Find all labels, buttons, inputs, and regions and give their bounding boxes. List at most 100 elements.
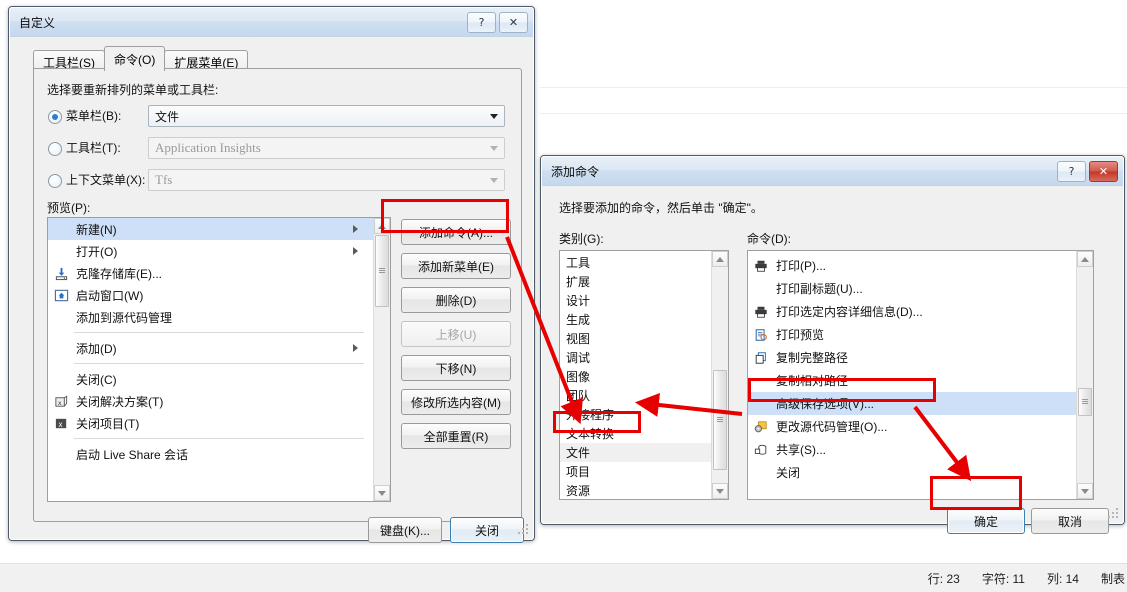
close-icon[interactable]: ✕ bbox=[499, 12, 528, 33]
menu-separator bbox=[74, 438, 364, 439]
list-item-label: 添加(D) bbox=[76, 341, 117, 356]
scroll-up-icon[interactable] bbox=[712, 251, 728, 267]
list-item[interactable]: 添加到源代码管理 bbox=[48, 306, 374, 328]
list-item[interactable]: 更改源代码管理(O)... bbox=[748, 415, 1077, 438]
close-button[interactable]: 关闭 bbox=[450, 517, 524, 543]
list-item-label: 添加到源代码管理 bbox=[76, 310, 173, 325]
preview-scrollbar[interactable] bbox=[373, 218, 390, 501]
list-item[interactable]: 设计 bbox=[560, 291, 712, 310]
radio-toolbar[interactable] bbox=[48, 142, 62, 156]
move-down-button[interactable]: 下移(N) bbox=[401, 355, 511, 381]
customize-dialog-body: 工具栏(S) 命令(O) 扩展菜单(E) 选择要重新排列的菜单或工具栏: 菜单栏… bbox=[10, 36, 533, 543]
scroll-thumb[interactable] bbox=[1078, 388, 1092, 416]
scroll-up-icon[interactable] bbox=[374, 218, 390, 234]
list-item[interactable]: 共享(S)... bbox=[748, 438, 1077, 461]
delete-button[interactable]: 删除(D) bbox=[401, 287, 511, 313]
customize-dialog-titlebar[interactable]: 自定义 ? ✕ bbox=[10, 8, 533, 37]
reset-all-button[interactable]: 全部重置(R) bbox=[401, 423, 511, 449]
list-item[interactable]: 生成 bbox=[560, 310, 712, 329]
list-item[interactable]: 文本转换 bbox=[560, 424, 712, 443]
list-item[interactable]: 打开(O) bbox=[48, 240, 374, 262]
resize-gripper[interactable] bbox=[518, 524, 530, 536]
list-item-advanced-save-option[interactable]: 高级保存选项(V)... bbox=[748, 392, 1077, 415]
scroll-down-icon[interactable] bbox=[1077, 483, 1093, 499]
command-listbox[interactable]: 打印(P)... 打印副标题(U)... 打印选定内容详细信息(D)... 打印… bbox=[747, 250, 1094, 500]
list-item[interactable]: 视图 bbox=[560, 329, 712, 348]
list-item-label: 视图 bbox=[566, 332, 591, 346]
list-item[interactable]: 复制相对路径 bbox=[748, 369, 1077, 392]
modify-selection-button[interactable]: 修改所选内容(M) bbox=[401, 389, 511, 415]
resize-gripper[interactable] bbox=[1108, 508, 1120, 520]
list-item[interactable]: 打印副标题(U)... bbox=[748, 277, 1077, 300]
category-scrollbar[interactable] bbox=[711, 251, 728, 499]
list-item[interactable]: 打印选定内容详细信息(D)... bbox=[748, 300, 1077, 323]
list-item[interactable]: 启动窗口(W) bbox=[48, 284, 374, 306]
keyboard-button[interactable]: 键盘(K)... bbox=[368, 517, 442, 543]
scroll-thumb[interactable] bbox=[375, 235, 389, 307]
print-preview-icon bbox=[748, 328, 774, 342]
list-item[interactable]: 新建(N) bbox=[48, 218, 374, 240]
preview-label: 预览(P): bbox=[47, 201, 91, 215]
list-item-label: 共享(S)... bbox=[776, 443, 826, 457]
list-item[interactable]: 打印(P)... bbox=[748, 254, 1077, 277]
tab-commands[interactable]: 命令(O) bbox=[104, 46, 166, 71]
list-item-label: 图像 bbox=[566, 370, 591, 384]
list-item[interactable]: 外接程序 bbox=[560, 405, 712, 424]
scroll-thumb[interactable] bbox=[713, 370, 727, 470]
list-item[interactable]: 打印预览 bbox=[748, 323, 1077, 346]
list-item[interactable]: x 关闭解决方案(T) bbox=[48, 390, 374, 412]
list-item[interactable]: 工具 bbox=[560, 253, 712, 272]
list-item[interactable]: 扩展 bbox=[560, 272, 712, 291]
add-new-menu-button[interactable]: 添加新菜单(E) bbox=[401, 253, 511, 279]
submenu-arrow-icon bbox=[353, 247, 358, 255]
list-item-file-category[interactable]: 文件 bbox=[560, 443, 712, 462]
preview-listbox[interactable]: 新建(N) 打开(O) 克隆存储库(E)... 启动窗口(W) 添加到源代码管理… bbox=[47, 217, 391, 502]
radio-context-menu[interactable] bbox=[48, 174, 62, 188]
clone-repo-icon bbox=[48, 266, 74, 281]
radio-menu-bar[interactable] bbox=[48, 110, 62, 124]
help-icon[interactable]: ? bbox=[1057, 161, 1086, 182]
list-item-label: 关闭项目(T) bbox=[76, 416, 140, 431]
scroll-down-icon[interactable] bbox=[712, 483, 728, 499]
ok-button[interactable]: 确定 bbox=[947, 508, 1025, 534]
list-item-label: 高级保存选项(V)... bbox=[776, 397, 874, 411]
list-item-label: 克隆存储库(E)... bbox=[76, 266, 162, 281]
list-item[interactable]: 图像 bbox=[560, 367, 712, 386]
list-item[interactable]: 团队 bbox=[560, 386, 712, 405]
list-item[interactable]: 启动 Live Share 会话 bbox=[48, 443, 374, 465]
add-command-button[interactable]: 添加命令(A)... bbox=[401, 219, 511, 245]
preview-listbox-viewport: 新建(N) 打开(O) 克隆存储库(E)... 启动窗口(W) 添加到源代码管理… bbox=[48, 218, 374, 501]
add-command-dialog-titlebar[interactable]: 添加命令 ? ✕ bbox=[542, 157, 1123, 186]
printer-icon bbox=[748, 259, 774, 273]
list-item[interactable]: 项目 bbox=[560, 462, 712, 481]
category-listbox-viewport: 工具 扩展 设计 生成 视图 调试 图像 团队 外接程序 文本转换 文件 项目 … bbox=[560, 251, 712, 499]
context-menu-combo-value: Tfs bbox=[155, 172, 173, 187]
category-listbox[interactable]: 工具 扩展 设计 生成 视图 调试 图像 团队 外接程序 文本转换 文件 项目 … bbox=[559, 250, 729, 500]
close-icon[interactable]: ✕ bbox=[1089, 161, 1118, 182]
scroll-up-icon[interactable] bbox=[1077, 251, 1093, 267]
command-scrollbar[interactable] bbox=[1076, 251, 1093, 499]
scroll-down-icon[interactable] bbox=[374, 485, 390, 501]
list-item[interactable]: 关闭(C) bbox=[48, 368, 374, 390]
list-item[interactable]: 调试 bbox=[560, 348, 712, 367]
toolbar-combo[interactable]: Application Insights bbox=[148, 137, 505, 159]
list-item-label: 关闭解决方案(T) bbox=[76, 394, 164, 409]
list-item[interactable]: x 关闭项目(T) bbox=[48, 412, 374, 434]
list-item-label: 团队 bbox=[566, 389, 591, 403]
list-item[interactable]: 关闭 bbox=[748, 461, 1077, 484]
context-menu-combo[interactable]: Tfs bbox=[148, 169, 505, 191]
list-item[interactable]: 添加(D) bbox=[48, 337, 374, 359]
cancel-button[interactable]: 取消 bbox=[1031, 508, 1109, 534]
list-item[interactable]: 复制完整路径 bbox=[748, 346, 1077, 369]
menu-bar-combo[interactable]: 文件 bbox=[148, 105, 505, 127]
list-item[interactable]: 克隆存储库(E)... bbox=[48, 262, 374, 284]
help-icon[interactable]: ? bbox=[467, 12, 496, 33]
list-item-label: 文本转换 bbox=[566, 427, 615, 441]
list-item-label: 资源 bbox=[566, 484, 591, 498]
status-bar-items: 行: 23 字符: 11 列: 14 制表 bbox=[928, 570, 1127, 587]
move-up-button[interactable]: 上移(U) bbox=[401, 321, 511, 347]
list-item-label: 关闭(C) bbox=[76, 372, 117, 387]
add-command-dialog: 添加命令 ? ✕ 选择要添加的命令，然后单击 "确定"。 类别(G): 命令(D… bbox=[540, 155, 1125, 534]
list-item[interactable]: 资源 bbox=[560, 481, 712, 499]
submenu-arrow-icon bbox=[353, 344, 358, 352]
